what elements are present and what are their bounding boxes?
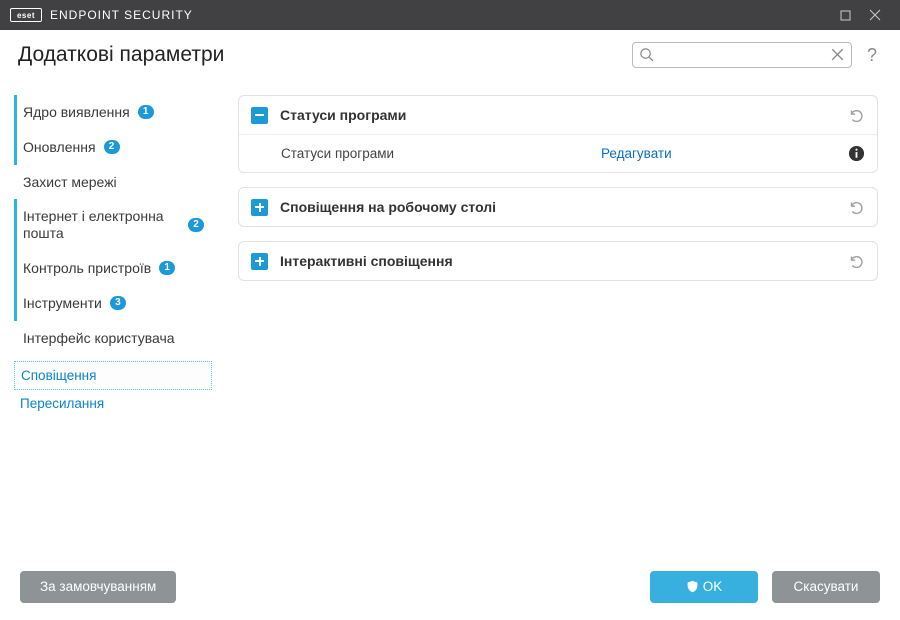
sidebar-item-web-email[interactable]: Інтернет і електронна пошта 2: [14, 199, 212, 251]
panel-desktop-notifications: Сповіщення на робочому столі: [238, 187, 878, 227]
edit-link[interactable]: Редагувати: [601, 146, 848, 161]
panel-interactive-alerts: Інтерактивні сповіщення: [238, 241, 878, 281]
maximize-icon: [840, 10, 851, 21]
product-name: ENDPOINT SECURITY: [50, 8, 193, 22]
revert-icon[interactable]: [847, 198, 865, 216]
expand-icon: [251, 199, 268, 216]
shield-icon: [686, 580, 699, 593]
sidebar-item-detection-engine[interactable]: Ядро виявлення 1: [14, 95, 212, 130]
page-title: Додаткові параметри: [18, 43, 632, 67]
sidebar-item-label: Інтерфейс користувача: [23, 330, 175, 347]
panel-header[interactable]: Сповіщення на робочому столі: [239, 188, 877, 226]
sidebar-item-user-interface[interactable]: Інтерфейс користувача: [14, 321, 212, 356]
badge: 3: [110, 296, 126, 310]
sidebar-item-label: Захист мережі: [23, 174, 117, 191]
panel-header[interactable]: Статуси програми: [239, 96, 877, 134]
search-icon: [639, 47, 654, 62]
help-button[interactable]: ?: [862, 45, 882, 66]
sidebar-item-tools[interactable]: Інструменти 3: [14, 286, 212, 321]
sidebar-item-update[interactable]: Оновлення 2: [14, 130, 212, 165]
defaults-button[interactable]: За замовчуванням: [20, 571, 176, 603]
badge: 2: [104, 140, 120, 154]
sidebar-item-label: Оновлення: [23, 139, 96, 156]
titlebar: eset ENDPOINT SECURITY: [0, 0, 900, 30]
panel-title: Сповіщення на робочому столі: [280, 199, 847, 215]
close-icon: [869, 9, 881, 21]
sidebar-item-label: Контроль пристроїв: [23, 260, 151, 277]
panel-title: Статуси програми: [280, 107, 847, 123]
sidebar: Ядро виявлення 1 Оновлення 2 Захист мере…: [0, 77, 220, 564]
header: Додаткові параметри ?: [0, 30, 900, 77]
badge: 1: [138, 105, 154, 119]
sidebar-item-network-protection[interactable]: Захист мережі: [14, 165, 212, 200]
clear-search-icon[interactable]: [829, 46, 846, 63]
info-icon[interactable]: [848, 145, 865, 162]
sidebar-subitem-forwarding[interactable]: Пересилання: [14, 390, 212, 417]
panel-app-statuses: Статуси програми Статуси програми Редагу…: [238, 95, 878, 173]
revert-icon[interactable]: [847, 252, 865, 270]
close-button[interactable]: [860, 0, 890, 30]
row-label: Статуси програми: [281, 146, 601, 161]
brand-logo: eset: [10, 8, 42, 22]
search-input[interactable]: [632, 42, 852, 68]
sidebar-item-device-control[interactable]: Контроль пристроїв 1: [14, 251, 212, 286]
collapse-icon: [251, 107, 268, 124]
sidebar-item-label: Інструменти: [23, 295, 102, 312]
badge: 2: [188, 218, 204, 232]
panel-header[interactable]: Інтерактивні сповіщення: [239, 242, 877, 280]
panel-title: Інтерактивні сповіщення: [280, 253, 847, 269]
cancel-button[interactable]: Скасувати: [772, 571, 880, 603]
badge: 1: [159, 261, 175, 275]
ok-button[interactable]: OK: [650, 571, 758, 603]
sidebar-item-label: Інтернет і електронна пошта: [23, 208, 180, 242]
ok-label: OK: [703, 579, 723, 594]
footer: За замовчуванням OK Скасувати: [0, 564, 900, 620]
sidebar-item-label: Ядро виявлення: [23, 104, 130, 121]
panel-row: Статуси програми Редагувати: [239, 134, 877, 172]
search-wrapper: [632, 42, 852, 68]
expand-icon: [251, 253, 268, 270]
maximize-button[interactable]: [830, 0, 860, 30]
content-area: Статуси програми Статуси програми Редагу…: [220, 77, 900, 564]
sidebar-subitem-notifications[interactable]: Сповіщення: [14, 361, 212, 390]
revert-icon[interactable]: [847, 106, 865, 124]
